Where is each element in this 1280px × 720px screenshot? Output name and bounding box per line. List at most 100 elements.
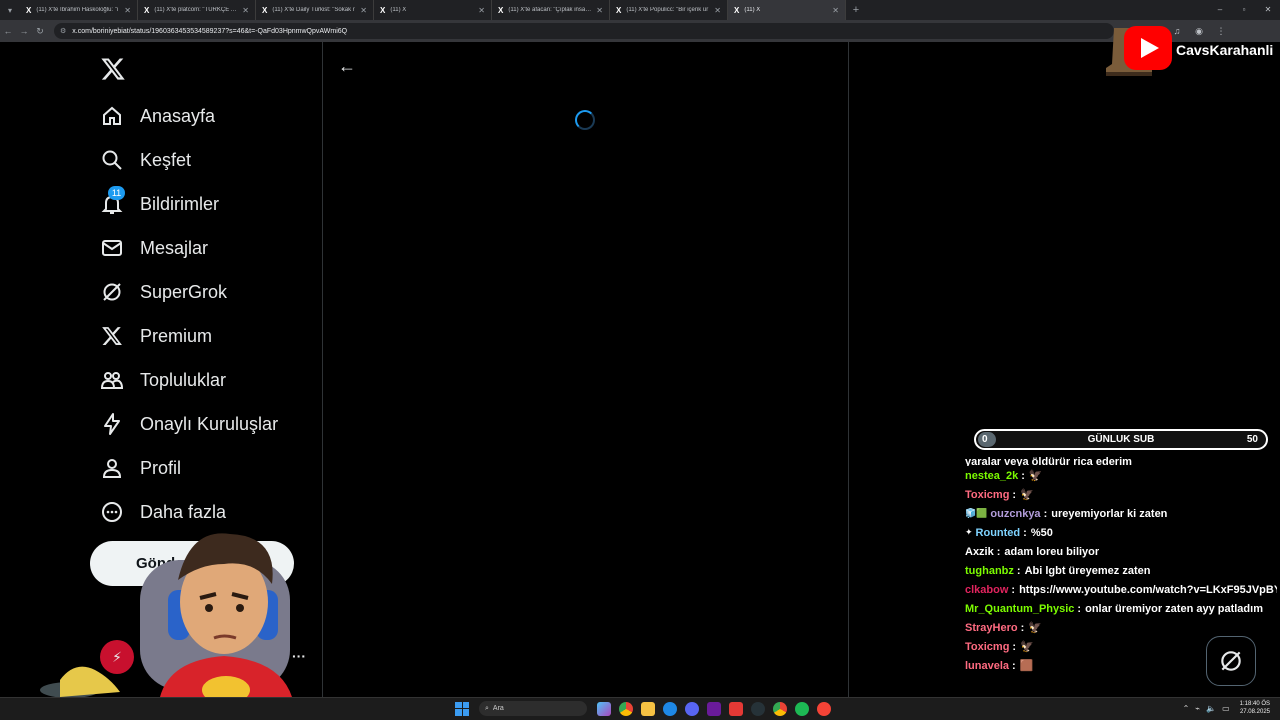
primary-nav: Anasayfa Keşfet 11 Bildirimler Mesajlar Super… — [100, 94, 278, 534]
forward-arrow-icon[interactable]: → — [16, 26, 32, 36]
network-icon[interactable]: ⌁ — [1195, 704, 1200, 713]
chevron-up-icon[interactable]: ⌃ — [1183, 704, 1190, 713]
chat-separator: : — [1012, 640, 1017, 653]
chat-username: Mr_Quantum_Physic — [965, 602, 1075, 615]
url-text: x.com/boriniyebiat/status/19603634535345… — [72, 27, 348, 35]
edge-app-icon[interactable] — [663, 701, 677, 716]
chat-text: yaralar veya öldürür rica ederim — [965, 456, 1132, 466]
chat-username: Toxicmg — [965, 488, 1010, 501]
back-arrow-icon[interactable]: ← — [0, 26, 16, 36]
chat-text: ureyemiyorlar ki zaten — [1051, 507, 1168, 520]
tab-close-icon[interactable]: ✕ — [360, 6, 367, 15]
chat-text: https://www.youtube.com/watch?v=LKxF95JV… — [1019, 583, 1277, 596]
sidebar-item-label: Profil — [140, 457, 182, 478]
sidebar-item-label: Keşfet — [140, 149, 192, 170]
chat-username: ouzcnkya — [990, 507, 1041, 520]
x-logo-icon[interactable] — [100, 56, 126, 82]
discord-app-icon[interactable] — [685, 701, 699, 716]
x-favicon-icon: X — [498, 5, 504, 15]
volume-icon[interactable]: 🔈 — [1206, 704, 1216, 713]
stream-branding: CavsKarahanli — [1096, 22, 1280, 80]
x-favicon-icon: X — [734, 5, 740, 15]
sub-goal-bar: 0 GÜNLUK SUB 50 — [974, 429, 1268, 450]
taskbar-search[interactable]: ⌕ Ara — [479, 701, 587, 716]
sidebar-item-anasayfa[interactable]: Anasayfa — [100, 94, 278, 138]
chat-username: lunavela — [965, 659, 1010, 672]
clock[interactable]: 1:18:40 ÖS 27.08.2025 — [1240, 700, 1270, 716]
sidebar-item-bildirimler[interactable]: 11 Bildirimler — [100, 182, 278, 226]
sidebar-item-mesajlar[interactable]: Mesajlar — [100, 226, 278, 270]
sidebar-item-keşfet[interactable]: Keşfet — [100, 138, 278, 182]
explorer-app-icon[interactable] — [641, 701, 655, 716]
obs-app-icon[interactable] — [751, 701, 765, 716]
tab-search-icon[interactable]: ▾ — [0, 0, 20, 20]
grok-fab-button[interactable] — [1206, 636, 1256, 686]
home-icon — [100, 104, 124, 128]
minimize-icon[interactable]: – — [1208, 0, 1232, 20]
grok-icon — [100, 280, 124, 304]
browser-tab[interactable]: X (11) X'te Daily Türkist: "Sokak r ✕ — [256, 0, 374, 20]
sub-goal-target: 50 — [1246, 434, 1258, 445]
browser-tab[interactable]: X (11) X'te platcom: "TÜRKÇE ALTYAZI ✕ — [138, 0, 256, 20]
sub-goal-title: GÜNLUK SUB — [1087, 434, 1155, 445]
tab-close-icon[interactable]: ✕ — [124, 6, 131, 15]
new-tab-button[interactable]: + — [846, 4, 866, 16]
chrome-app-icon[interactable] — [619, 701, 633, 716]
chat-username: Rounted — [975, 526, 1021, 539]
chat-message: ✦ Rounted: %50 — [962, 523, 1277, 542]
chat-separator: : — [1011, 583, 1016, 596]
grok-icon — [1221, 651, 1241, 671]
browser-tab[interactable]: X (11) X'te afacan: "Çıplak insanla ✕ — [492, 0, 610, 20]
chat-message: 🧊🟩 ouzcnkya: ureyemiyorlar ki zaten — [962, 504, 1277, 523]
app-icon[interactable] — [707, 701, 721, 716]
taskbar-search-placeholder: Ara — [492, 705, 504, 712]
loading-spinner — [575, 110, 595, 130]
tab-title: (11) X'te platcom: "TÜRKÇE ALTYAZI — [154, 7, 238, 13]
back-arrow-icon[interactable]: ← — [338, 56, 356, 77]
chat-separator: : — [1077, 602, 1082, 615]
system-tray: ⌃ ⌁ 🔈 ▭ 1:18:40 ÖS 27.08.2025 — [1177, 700, 1270, 716]
sidebar-item-profil[interactable]: Profil — [100, 446, 278, 490]
spotify-app-icon[interactable] — [795, 701, 809, 716]
close-window-icon[interactable]: ✕ — [1256, 0, 1280, 20]
start-icon[interactable] — [455, 701, 469, 716]
sidebar-item-topluluklar[interactable]: Topluluklar — [100, 358, 278, 402]
app-icon[interactable] — [729, 701, 743, 716]
browser-tab[interactable]: X (11) X ✕ — [728, 0, 846, 20]
browser-tab[interactable]: X (11) X'te Populicc: "Bir içerik ür ✕ — [610, 0, 728, 20]
chat-message: clkabow: https://www.youtube.com/watch?v=… — [962, 580, 1277, 599]
window-controls: – ▫ ✕ — [1208, 0, 1280, 20]
battery-icon[interactable]: ▭ — [1222, 704, 1230, 713]
clock-date: 27.08.2025 — [1239, 709, 1270, 715]
copilot-app-icon[interactable] — [597, 701, 611, 716]
chat-message: StrayHero: 🦅 — [962, 618, 1277, 637]
reload-icon[interactable]: ↻ — [32, 26, 48, 37]
chrome-app-icon[interactable] — [773, 701, 787, 716]
address-bar[interactable]: ⚙ x.com/boriniyebiat/status/196036345353… — [54, 23, 1114, 39]
site-info-icon[interactable]: ⚙ — [60, 27, 66, 35]
browser-tab[interactable]: X (11) X ✕ — [374, 0, 492, 20]
search-icon: ⌕ — [485, 704, 489, 712]
app-icon[interactable] — [817, 701, 831, 716]
tab-close-icon[interactable]: ✕ — [478, 6, 485, 15]
sidebar-item-supergrok[interactable]: SuperGrok — [100, 270, 278, 314]
chat-message: Mr_Quantum_Physic: onlar üremiyor zaten a… — [962, 599, 1277, 618]
maximize-icon[interactable]: ▫ — [1232, 0, 1256, 20]
tab-title: (11) X'te Populicc: "Bir içerik ür — [626, 7, 709, 13]
tab-close-icon[interactable]: ✕ — [596, 6, 603, 15]
clock-time: 1:18:40 ÖS — [1239, 701, 1270, 707]
x-favicon-icon: X — [262, 5, 268, 15]
chat-message: tughanbz: Abi lgbt üreyemez zaten — [962, 561, 1277, 580]
sidebar-item-onaylı-kuruluşlar[interactable]: Onaylı Kuruluşlar — [100, 402, 278, 446]
notification-badge: 11 — [108, 186, 125, 200]
browser-tab[interactable]: X (11) X'te İbrahim Haskoloğlu: "i ✕ — [20, 0, 138, 20]
tab-title: (11) X'te İbrahim Haskoloğlu: "i — [36, 7, 119, 13]
chat-message: nestea_2k: 🦅 — [962, 466, 1277, 485]
tab-close-icon[interactable]: ✕ — [242, 6, 249, 15]
main-column: ← — [324, 42, 849, 697]
sidebar-item-premium[interactable]: Premium — [100, 314, 278, 358]
sidebar-item-label: Anasayfa — [140, 105, 216, 126]
tab-close-icon[interactable]: ✕ — [832, 6, 839, 15]
tab-close-icon[interactable]: ✕ — [714, 6, 721, 15]
webcam-avatar — [40, 533, 292, 697]
